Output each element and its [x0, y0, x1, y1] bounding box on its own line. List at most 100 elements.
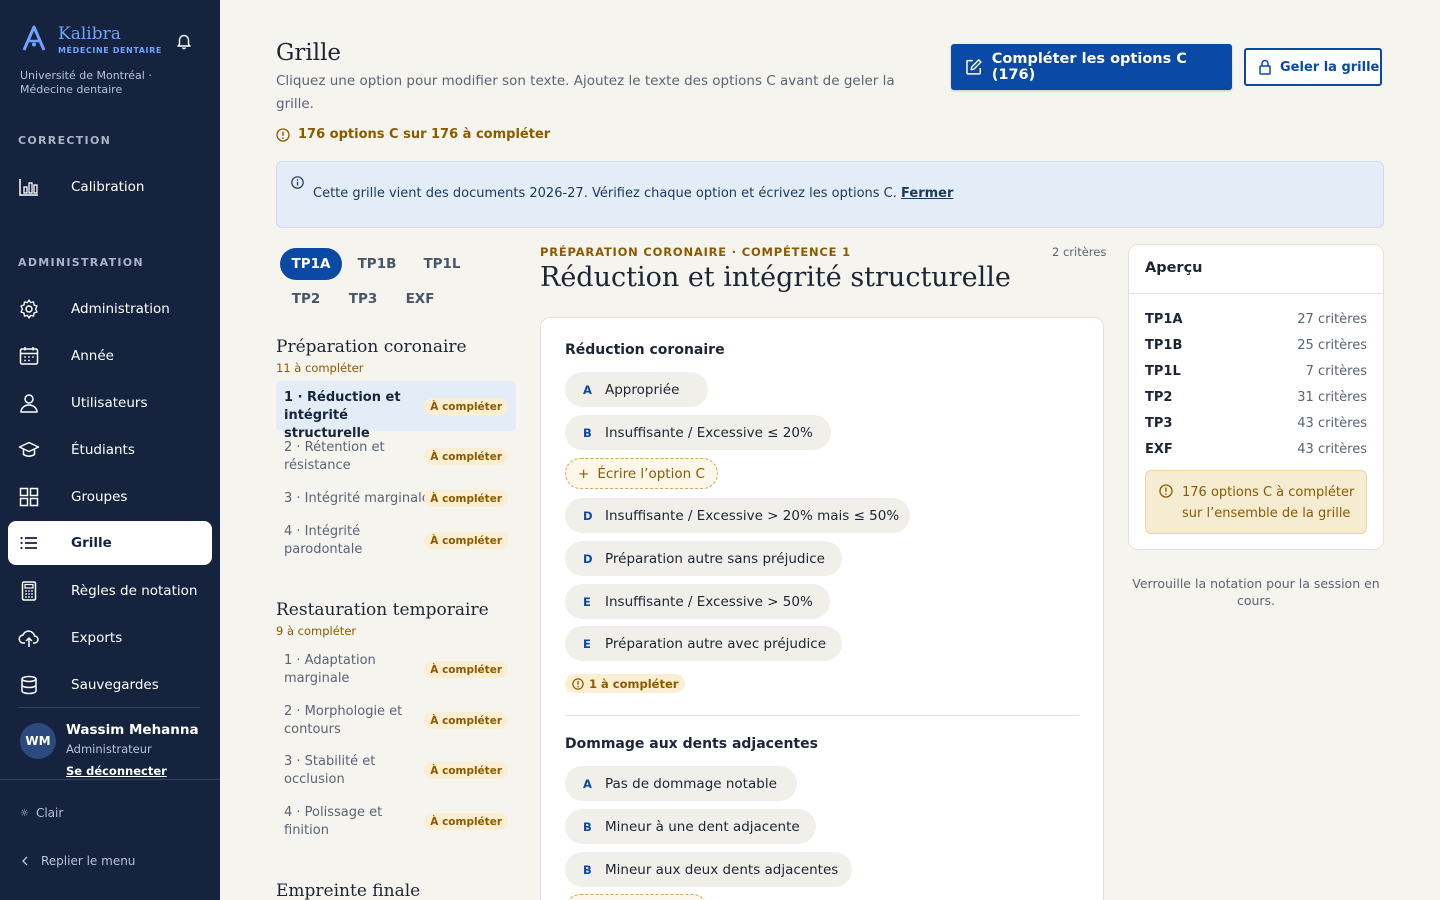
tab-tp1a[interactable]: TP1A [280, 248, 342, 280]
theme-label: Clair [35, 806, 64, 820]
banner-close-link[interactable]: Fermer [901, 186, 953, 201]
nav-label: Utilisateurs [71, 395, 148, 411]
option-pill[interactable]: E Préparation autre avec préjudice [565, 626, 842, 661]
option-pill[interactable]: E Insuffisante / Excessive > 50% [565, 584, 830, 619]
user-block: WM Wassim Mehanna Administrateur Se déco… [20, 722, 199, 778]
page-description: Cliquez une option pour modifier son tex… [276, 73, 895, 112]
criterion-item[interactable]: 4 · Intégrité parodontale À compléter [276, 515, 516, 565]
write-option-c-button[interactable] [565, 894, 708, 900]
logout-link[interactable]: Se déconnecter [66, 764, 199, 778]
nav-item-groupes[interactable]: Groupes [8, 475, 212, 519]
calculator-icon [18, 580, 40, 602]
freeze-grid-button[interactable]: Geler la grille [1244, 48, 1382, 86]
tab-exf[interactable]: EXF [396, 283, 444, 315]
tab-tp1l[interactable]: TP1L [414, 248, 470, 280]
option-text: Préparation autre avec préjudice [605, 635, 827, 652]
nav-item-regles-notation[interactable]: Règles de notation [8, 569, 212, 613]
nav-item-annee[interactable]: Année [8, 334, 212, 378]
status-badge: À compléter [424, 398, 508, 415]
option-key: B [583, 819, 592, 834]
status-badge: À compléter [424, 490, 508, 507]
criterion-item[interactable]: 4 · Polissage et finition À compléter [276, 796, 516, 846]
option-pill[interactable]: A Appropriée [565, 372, 708, 407]
group-title: Empreinte finale [276, 881, 421, 900]
criterion-label: 3 · Stabilité et occlusion [284, 754, 376, 787]
preview-warning: 176 options C à compléter sur l’ensemble… [1145, 470, 1367, 534]
preview-divider [1129, 293, 1383, 294]
criterion-label: 2 · Rétention et résistance [284, 440, 385, 473]
nav-item-exports[interactable]: Exports [8, 616, 212, 660]
nav-item-sauvegardes[interactable]: Sauvegardes [8, 663, 212, 707]
option-pill[interactable]: B Mineur aux deux dents adjacentes [565, 852, 852, 887]
nav-label: Règles de notation [71, 583, 198, 599]
theme-toggle[interactable]: ☼ Clair [20, 806, 63, 820]
group-pending-count: 9 à compléter [276, 624, 357, 638]
preview-warning-text: 176 options C à compléter sur l’ensemble… [1182, 485, 1355, 521]
criterion-item[interactable]: 1 · Adaptation marginale À compléter [276, 644, 516, 694]
nav-item-etudiants[interactable]: Étudiants [8, 428, 212, 472]
criterion-title: Réduction et intégrité structurelle [540, 262, 1011, 293]
option-pill[interactable]: D Insuffisante / Excessive > 20% mais ≤ … [565, 498, 910, 533]
write-option-c-button[interactable]: + Écrire l’option C [565, 458, 718, 489]
completion-warning: 176 options C sur 176 à compléter [276, 127, 550, 142]
brand[interactable]: Kalibra MÉDECINE DENTAIRE [20, 24, 162, 55]
collapse-menu-button[interactable]: Replier le menu [20, 854, 135, 868]
complete-options-c-button[interactable]: Compléter les options C (176) [951, 44, 1232, 90]
option-text: Insuffisante / Excessive ≤ 20% [605, 424, 813, 441]
section-label-correction: CORRECTION [18, 134, 112, 147]
option-pill[interactable]: B Insuffisante / Excessive ≤ 20% [565, 415, 831, 450]
nav-label: Sauvegardes [71, 677, 159, 693]
status-badge: À compléter [424, 448, 508, 465]
sub-criterion-title: Réduction coronaire [565, 342, 725, 358]
brand-subtitle: MÉDECINE DENTAIRE [58, 46, 162, 55]
nav-item-grille[interactable]: Grille [8, 521, 212, 565]
criterion-item[interactable]: 3 · Intégrité marginale À compléter [276, 481, 516, 517]
preview-row-count: 27 critères [1297, 312, 1367, 327]
preview-row-name: TP3 [1145, 416, 1173, 431]
tab-tp3[interactable]: TP3 [338, 283, 388, 315]
criterion-label: 4 · Polissage et finition [284, 805, 383, 838]
avatar: WM [20, 723, 56, 759]
option-text: Insuffisante / Excessive > 20% mais ≤ 50… [605, 507, 900, 524]
option-pill[interactable]: B Mineur à une dent adjacente [565, 809, 816, 844]
criterion-label: 3 · Intégrité marginale [284, 491, 430, 506]
criterion-label: 4 · Intégrité parodontale [284, 524, 363, 557]
chevron-left-icon [22, 856, 28, 866]
alert-circle-icon [1159, 484, 1173, 498]
status-badge: À compléter [424, 712, 508, 729]
preview-row-name: EXF [1145, 442, 1173, 457]
option-key: B [583, 862, 592, 877]
option-text: Appropriée [605, 381, 680, 398]
option-pill[interactable]: A Pas de dommage notable [565, 766, 797, 801]
info-icon [291, 176, 304, 189]
option-key: A [583, 382, 592, 397]
tab-tp1b[interactable]: TP1B [350, 248, 404, 280]
option-key: E [583, 636, 591, 651]
tab-tp2[interactable]: TP2 [280, 283, 332, 315]
nav-item-administration[interactable]: Administration [8, 287, 212, 331]
preview-row: TP1L 7 critères [1145, 364, 1367, 379]
option-key: B [583, 425, 592, 440]
plus-icon: + [578, 465, 590, 482]
criterion-kicker: PRÉPARATION CORONAIRE · COMPÉTENCE 1 [540, 245, 851, 259]
status-badge: À compléter [424, 661, 508, 678]
pending-badge-text: 1 à compléter [589, 676, 679, 691]
user-name: Wassim Mehanna [66, 722, 199, 738]
status-badge: À compléter [424, 813, 508, 830]
criterion-item[interactable]: 2 · Morphologie et contours À compléter [276, 695, 516, 745]
nav-label: Année [71, 348, 114, 364]
bell-icon[interactable] [175, 32, 193, 50]
pending-badge: 1 à compléter [565, 674, 686, 693]
nav-label: Exports [71, 630, 123, 646]
sidebar-divider [18, 707, 200, 708]
criterion-item[interactable]: 3 · Stabilité et occlusion À compléter [276, 745, 516, 795]
complete-options-c-label: Compléter les options C (176) [991, 51, 1187, 83]
criterion-item[interactable]: 2 · Rétention et résistance À compléter [276, 431, 516, 481]
criterion-item-active[interactable]: 1 · Réduction et intégrité structurelle … [276, 381, 516, 441]
preview-row: EXF 43 critères [1145, 442, 1367, 457]
option-pill[interactable]: D Préparation autre sans préjudice [565, 541, 842, 576]
user-role: Administrateur [66, 742, 152, 756]
brand-name: Kalibra [58, 24, 121, 44]
nav-item-calibration[interactable]: Calibration [8, 165, 212, 209]
nav-item-utilisateurs[interactable]: Utilisateurs [8, 381, 212, 425]
